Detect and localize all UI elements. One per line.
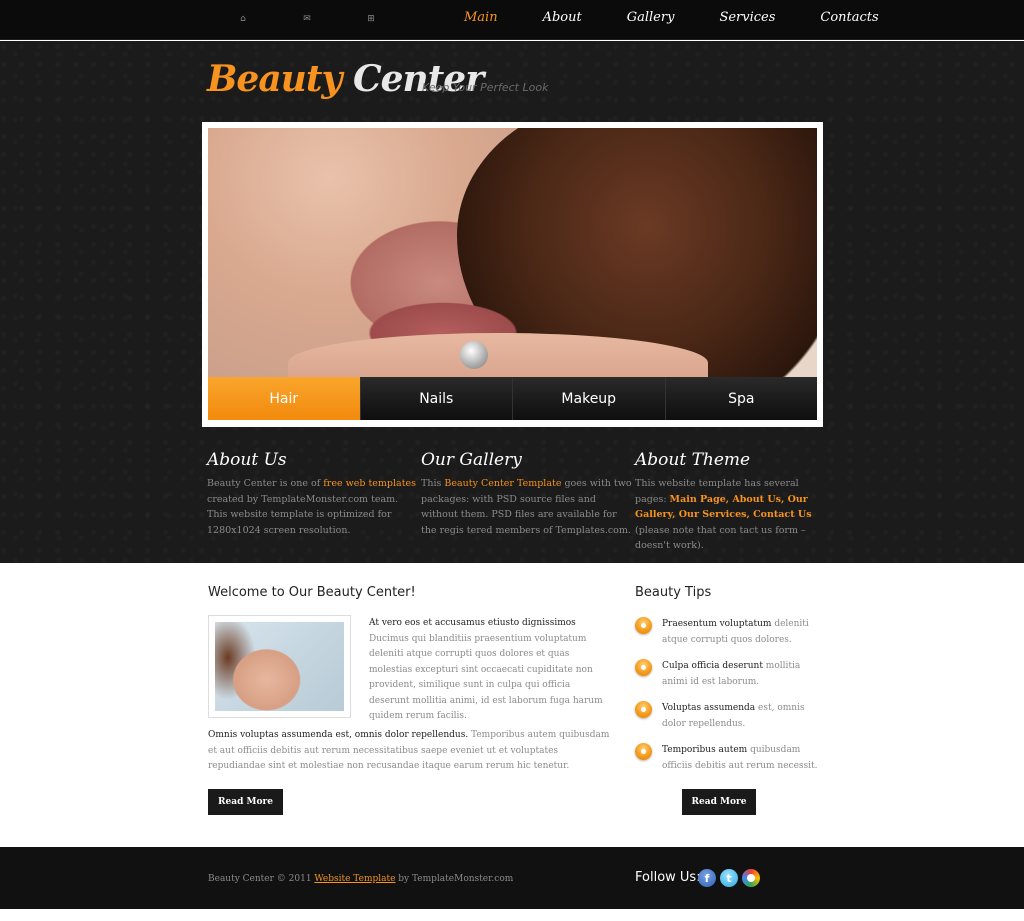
bullet-icon xyxy=(635,743,652,760)
hero-image xyxy=(208,128,817,377)
nav-item-main[interactable]: Main xyxy=(464,10,498,25)
logo-word-1: Beauty xyxy=(207,58,342,100)
read-more-button[interactable]: Read More xyxy=(208,789,283,815)
welcome-title: Welcome to Our Beauty Center! xyxy=(208,585,416,600)
facebook-icon[interactable]: f xyxy=(698,869,716,887)
tips-list: Praesentum voluptatum deleniti atque cor… xyxy=(635,616,825,784)
sitemap-icon[interactable]: ⊞ xyxy=(364,12,378,26)
column-text: This website template has several pages:… xyxy=(635,478,812,551)
nav-item-about[interactable]: About xyxy=(543,10,582,25)
welcome-intro: At vero eos et accusamus etiusto digniss… xyxy=(369,616,609,725)
tab-makeup[interactable]: Makeup xyxy=(513,377,666,420)
tab-spa[interactable]: Spa xyxy=(665,377,817,420)
twitter-icon[interactable]: t xyxy=(720,869,738,887)
bullet-icon xyxy=(635,701,652,718)
free-templates-link[interactable]: free web templates xyxy=(323,478,416,489)
info-columns: About Us Beauty Center is one of free we… xyxy=(207,450,827,554)
home-icon[interactable]: ⌂ xyxy=(236,12,250,26)
slider-tabs: Hair Nails Makeup Spa xyxy=(208,377,817,420)
utility-icons: ⌂ ✉ ⊞ xyxy=(236,12,378,26)
hero-ring-shape xyxy=(460,341,488,369)
tips-read-more-button[interactable]: Read More xyxy=(682,789,756,815)
column-title: About Theme xyxy=(635,450,751,470)
follow-us-label: Follow Us: xyxy=(635,870,701,885)
top-bar: ⌂ ✉ ⊞ Main About Gallery Services Contac… xyxy=(0,0,1024,40)
picasa-icon[interactable] xyxy=(742,869,760,887)
makeup-photo xyxy=(215,622,344,711)
list-item: Temporibus autem quibusdam officiis debi… xyxy=(635,742,825,774)
mail-icon[interactable]: ✉ xyxy=(300,12,314,26)
intro-text: Ducimus qui blanditiis praesentium volup… xyxy=(369,633,603,722)
column-text: This Beauty Center Template goes with tw… xyxy=(421,478,632,536)
tab-nails[interactable]: Nails xyxy=(360,377,513,420)
tagline: Keep Your Perfect Look xyxy=(422,81,549,94)
copyright: Beauty Center © 2011 Website Template by… xyxy=(208,874,514,884)
bullet-icon xyxy=(635,617,652,634)
nav-item-services[interactable]: Services xyxy=(719,10,775,25)
main-nav: Main About Gallery Services Contacts xyxy=(464,10,879,25)
paragraph-lead: Omnis voluptas assumenda est, omnis dolo… xyxy=(208,730,469,740)
website-template-link[interactable]: Website Template xyxy=(314,874,395,884)
list-item: Culpa officia deserunt mollitia animi id… xyxy=(635,658,825,690)
intro-lead: At vero eos et accusamus etiusto digniss… xyxy=(369,618,576,628)
about-theme-column: About Theme This website template has se… xyxy=(635,450,825,554)
footer: Beauty Center © 2011 Website Template by… xyxy=(0,847,1024,909)
column-title: Our Gallery xyxy=(421,450,522,470)
nav-item-contacts[interactable]: Contacts xyxy=(820,10,878,25)
list-item: Voluptas assumenda est, omnis dolor repe… xyxy=(635,700,825,732)
about-us-column: About Us Beauty Center is one of free we… xyxy=(207,450,421,554)
column-text: Beauty Center is one of free web templat… xyxy=(207,478,417,536)
list-item: Praesentum voluptatum deleniti atque cor… xyxy=(635,616,825,648)
template-link[interactable]: Beauty Center Template xyxy=(444,478,561,489)
welcome-thumbnail xyxy=(208,615,351,718)
bullet-icon xyxy=(635,659,652,676)
tips-title: Beauty Tips xyxy=(635,585,712,600)
hero-slider: Hair Nails Makeup Spa xyxy=(202,122,823,427)
nav-item-gallery[interactable]: Gallery xyxy=(627,10,675,25)
column-title: About Us xyxy=(207,450,287,470)
welcome-paragraph: Omnis voluptas assumenda est, omnis dolo… xyxy=(208,728,610,775)
our-gallery-column: Our Gallery This Beauty Center Template … xyxy=(421,450,635,554)
tab-hair[interactable]: Hair xyxy=(208,377,361,420)
